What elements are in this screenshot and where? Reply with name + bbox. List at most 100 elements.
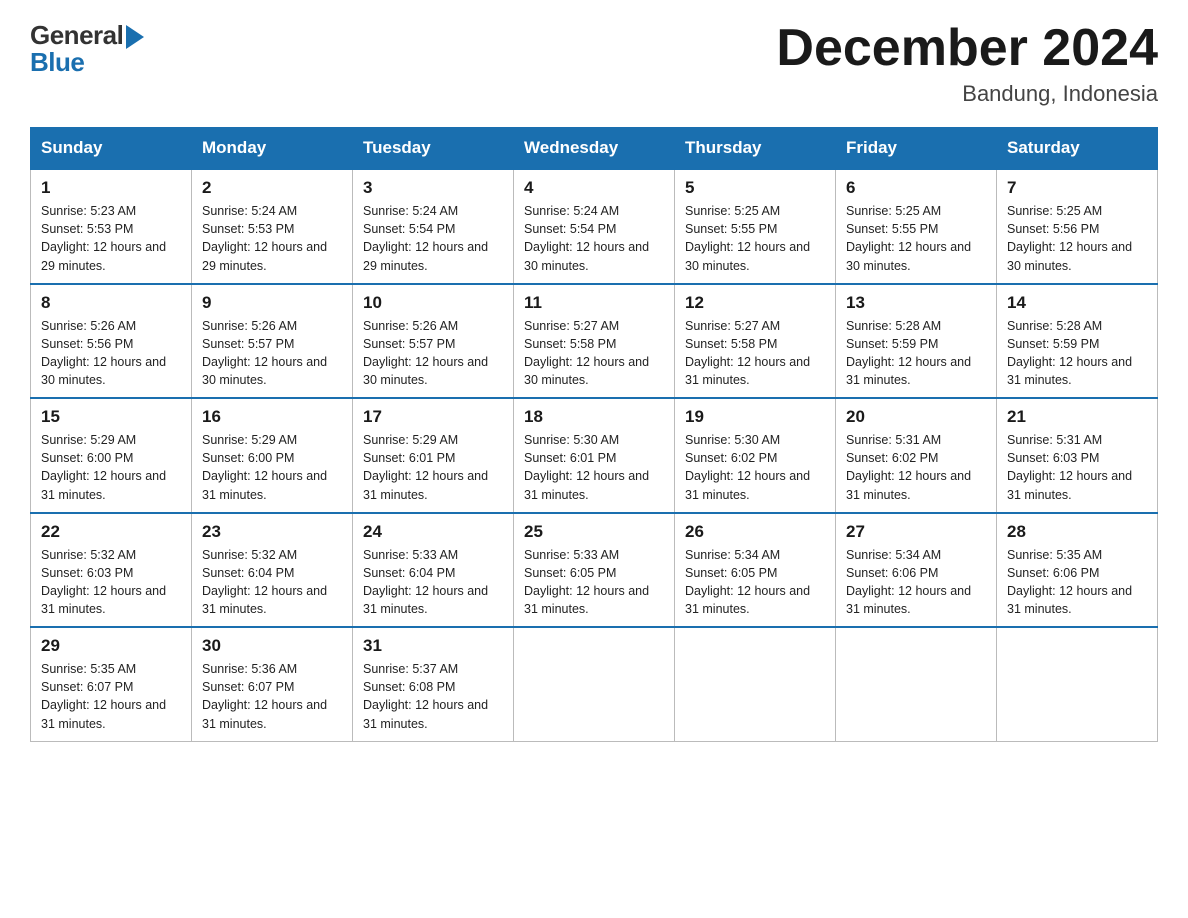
day-number: 8 [41, 293, 181, 313]
table-row: 20Sunrise: 5:31 AM Sunset: 6:02 PM Dayli… [836, 398, 997, 513]
day-number: 3 [363, 178, 503, 198]
header-thursday: Thursday [675, 128, 836, 170]
table-row: 7 Sunrise: 5:25 AM Sunset: 5:56 PM Daylig… [997, 169, 1158, 284]
day-number: 22 [41, 522, 181, 542]
day-info: Sunrise: 5:24 AM Sunset: 5:54 PM Dayligh… [363, 202, 503, 275]
empty-cell [836, 627, 997, 741]
empty-cell [675, 627, 836, 741]
day-info: Sunrise: 5:33 AM Sunset: 6:04 PM Dayligh… [363, 546, 503, 619]
day-number: 29 [41, 636, 181, 656]
day-number: 16 [202, 407, 342, 427]
day-info: Sunrise: 5:32 AM Sunset: 6:04 PM Dayligh… [202, 546, 342, 619]
header-friday: Friday [836, 128, 997, 170]
table-row: 31 Sunrise: 5:37 AM Sunset: 6:08 PM Dayli… [353, 627, 514, 741]
empty-cell [997, 627, 1158, 741]
logo-blue-text: Blue [30, 47, 84, 78]
day-info: Sunrise: 5:26 AM Sunset: 5:56 PM Dayligh… [41, 317, 181, 390]
day-info: Sunrise: 5:27 AM Sunset: 5:58 PM Dayligh… [685, 317, 825, 390]
header-saturday: Saturday [997, 128, 1158, 170]
day-number: 11 [524, 293, 664, 313]
calendar-location: Bandung, Indonesia [776, 81, 1158, 107]
page-header: General Blue December 2024 Bandung, Indo… [30, 20, 1158, 107]
empty-cell [514, 627, 675, 741]
day-info: Sunrise: 5:28 AM Sunset: 5:59 PM Dayligh… [1007, 317, 1147, 390]
table-row: 24 Sunrise: 5:33 AM Sunset: 6:04 PM Dayli… [353, 513, 514, 628]
day-number: 13 [846, 293, 986, 313]
table-row: 16 Sunrise: 5:29 AM Sunset: 6:00 PM Dayli… [192, 398, 353, 513]
day-number: 26 [685, 522, 825, 542]
day-number: 28 [1007, 522, 1147, 542]
day-number: 19 [685, 407, 825, 427]
table-row: 27 Sunrise: 5:34 AM Sunset: 6:06 PM Dayli… [836, 513, 997, 628]
table-row: 5 Sunrise: 5:25 AM Sunset: 5:55 PM Daylig… [675, 169, 836, 284]
calendar-title: December 2024 [776, 20, 1158, 77]
header-wednesday: Wednesday [514, 128, 675, 170]
table-row: 14Sunrise: 5:28 AM Sunset: 5:59 PM Dayli… [997, 284, 1158, 399]
header-tuesday: Tuesday [353, 128, 514, 170]
table-row: 2 Sunrise: 5:24 AM Sunset: 5:53 PM Daylig… [192, 169, 353, 284]
day-info: Sunrise: 5:25 AM Sunset: 5:55 PM Dayligh… [685, 202, 825, 275]
table-row: 3 Sunrise: 5:24 AM Sunset: 5:54 PM Daylig… [353, 169, 514, 284]
table-row: 13 Sunrise: 5:28 AM Sunset: 5:59 PM Dayli… [836, 284, 997, 399]
logo: General Blue [30, 20, 144, 78]
table-row: 12Sunrise: 5:27 AM Sunset: 5:58 PM Dayli… [675, 284, 836, 399]
day-number: 21 [1007, 407, 1147, 427]
day-info: Sunrise: 5:33 AM Sunset: 6:05 PM Dayligh… [524, 546, 664, 619]
day-number: 31 [363, 636, 503, 656]
day-info: Sunrise: 5:24 AM Sunset: 5:53 PM Dayligh… [202, 202, 342, 275]
day-number: 25 [524, 522, 664, 542]
day-info: Sunrise: 5:31 AM Sunset: 6:03 PM Dayligh… [1007, 431, 1147, 504]
day-info: Sunrise: 5:26 AM Sunset: 5:57 PM Dayligh… [202, 317, 342, 390]
header-sunday: Sunday [31, 128, 192, 170]
day-number: 1 [41, 178, 181, 198]
table-row: 11 Sunrise: 5:27 AM Sunset: 5:58 PM Dayli… [514, 284, 675, 399]
calendar-week-4: 22Sunrise: 5:32 AM Sunset: 6:03 PM Dayli… [31, 513, 1158, 628]
day-number: 20 [846, 407, 986, 427]
day-info: Sunrise: 5:29 AM Sunset: 6:01 PM Dayligh… [363, 431, 503, 504]
day-number: 6 [846, 178, 986, 198]
day-number: 24 [363, 522, 503, 542]
header-monday: Monday [192, 128, 353, 170]
table-row: 30Sunrise: 5:36 AM Sunset: 6:07 PM Dayli… [192, 627, 353, 741]
table-row: 28 Sunrise: 5:35 AM Sunset: 6:06 PM Dayli… [997, 513, 1158, 628]
table-row: 10Sunrise: 5:26 AM Sunset: 5:57 PM Dayli… [353, 284, 514, 399]
day-info: Sunrise: 5:35 AM Sunset: 6:06 PM Dayligh… [1007, 546, 1147, 619]
day-info: Sunrise: 5:29 AM Sunset: 6:00 PM Dayligh… [202, 431, 342, 504]
day-number: 9 [202, 293, 342, 313]
table-row: 8 Sunrise: 5:26 AM Sunset: 5:56 PM Daylig… [31, 284, 192, 399]
calendar-week-5: 29Sunrise: 5:35 AM Sunset: 6:07 PM Dayli… [31, 627, 1158, 741]
day-number: 2 [202, 178, 342, 198]
day-number: 10 [363, 293, 503, 313]
day-number: 4 [524, 178, 664, 198]
day-info: Sunrise: 5:24 AM Sunset: 5:54 PM Dayligh… [524, 202, 664, 275]
day-info: Sunrise: 5:25 AM Sunset: 5:55 PM Dayligh… [846, 202, 986, 275]
day-number: 15 [41, 407, 181, 427]
calendar-week-2: 8 Sunrise: 5:26 AM Sunset: 5:56 PM Daylig… [31, 284, 1158, 399]
table-row: 9 Sunrise: 5:26 AM Sunset: 5:57 PM Daylig… [192, 284, 353, 399]
table-row: 21 Sunrise: 5:31 AM Sunset: 6:03 PM Dayli… [997, 398, 1158, 513]
calendar-week-3: 15 Sunrise: 5:29 AM Sunset: 6:00 PM Dayli… [31, 398, 1158, 513]
table-row: 6 Sunrise: 5:25 AM Sunset: 5:55 PM Daylig… [836, 169, 997, 284]
day-info: Sunrise: 5:28 AM Sunset: 5:59 PM Dayligh… [846, 317, 986, 390]
day-info: Sunrise: 5:23 AM Sunset: 5:53 PM Dayligh… [41, 202, 181, 275]
table-row: 22Sunrise: 5:32 AM Sunset: 6:03 PM Dayli… [31, 513, 192, 628]
day-number: 5 [685, 178, 825, 198]
day-number: 23 [202, 522, 342, 542]
table-row: 4 Sunrise: 5:24 AM Sunset: 5:54 PM Daylig… [514, 169, 675, 284]
day-info: Sunrise: 5:34 AM Sunset: 6:05 PM Dayligh… [685, 546, 825, 619]
calendar-table: Sunday Monday Tuesday Wednesday Thursday… [30, 127, 1158, 742]
title-block: December 2024 Bandung, Indonesia [776, 20, 1158, 107]
calendar-header-row: Sunday Monday Tuesday Wednesday Thursday… [31, 128, 1158, 170]
day-number: 7 [1007, 178, 1147, 198]
table-row: 17Sunrise: 5:29 AM Sunset: 6:01 PM Dayli… [353, 398, 514, 513]
day-info: Sunrise: 5:25 AM Sunset: 5:56 PM Dayligh… [1007, 202, 1147, 275]
day-number: 18 [524, 407, 664, 427]
day-info: Sunrise: 5:27 AM Sunset: 5:58 PM Dayligh… [524, 317, 664, 390]
day-number: 27 [846, 522, 986, 542]
day-number: 30 [202, 636, 342, 656]
day-info: Sunrise: 5:34 AM Sunset: 6:06 PM Dayligh… [846, 546, 986, 619]
table-row: 25 Sunrise: 5:33 AM Sunset: 6:05 PM Dayli… [514, 513, 675, 628]
day-info: Sunrise: 5:37 AM Sunset: 6:08 PM Dayligh… [363, 660, 503, 733]
calendar-week-1: 1 Sunrise: 5:23 AM Sunset: 5:53 PM Daylig… [31, 169, 1158, 284]
table-row: 15Sunrise: 5:29 AM Sunset: 6:00 PM Dayli… [31, 398, 192, 513]
